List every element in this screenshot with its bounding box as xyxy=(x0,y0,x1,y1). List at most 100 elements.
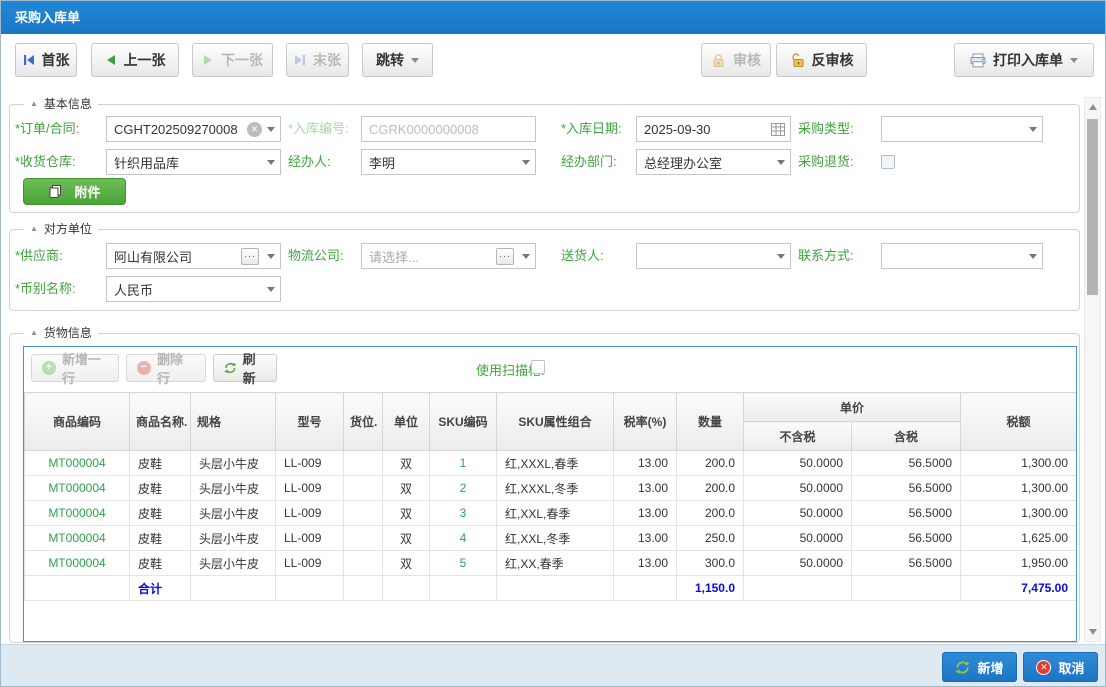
scroll-down-icon[interactable] xyxy=(1085,624,1100,640)
cell-model[interactable]: LL-009 xyxy=(276,526,344,551)
table-row[interactable]: MT000004皮鞋头层小牛皮LL-009双2红,XXXL,冬季13.00200… xyxy=(25,476,1077,501)
receipt-date-input[interactable]: 2025-09-30 xyxy=(636,116,791,142)
attachment-button[interactable]: 附件 xyxy=(23,178,126,205)
column-header-qty[interactable]: 数量 xyxy=(677,393,744,451)
cell-price_inc[interactable]: 56.5000 xyxy=(852,451,961,476)
scroll-up-icon[interactable] xyxy=(1085,99,1100,115)
calendar-icon[interactable] xyxy=(771,123,785,136)
column-header-price_inc[interactable]: 含税 xyxy=(852,422,961,451)
cell-tax_amount[interactable]: 1,300.00 xyxy=(961,476,1077,501)
purchase-return-checkbox[interactable] xyxy=(881,155,895,169)
cell-code[interactable]: MT000004 xyxy=(25,526,130,551)
chevron-down-icon[interactable] xyxy=(517,150,535,174)
currency-combo[interactable]: 人民币 xyxy=(106,276,281,302)
cell-price_inc[interactable]: 56.5000 xyxy=(852,501,961,526)
chevron-down-icon[interactable] xyxy=(262,117,280,141)
cell-name[interactable]: 皮鞋 xyxy=(130,476,191,501)
cell-location[interactable] xyxy=(344,476,383,501)
chevron-down-icon[interactable] xyxy=(262,277,280,301)
chevron-down-icon[interactable] xyxy=(262,244,280,268)
column-header-sku_attr[interactable]: SKU属性组合 xyxy=(497,393,614,451)
chevron-down-icon[interactable] xyxy=(262,150,280,174)
cell-sku_code[interactable]: 1 xyxy=(430,451,497,476)
cell-spec[interactable]: 头层小牛皮 xyxy=(191,501,276,526)
delete-row-button[interactable]: − 删除行 xyxy=(126,354,206,382)
cell-name[interactable]: 皮鞋 xyxy=(130,501,191,526)
cell-name[interactable]: 皮鞋 xyxy=(130,451,191,476)
cell-qty[interactable]: 250.0 xyxy=(677,526,744,551)
cell-qty[interactable]: 200.0 xyxy=(677,451,744,476)
warehouse-combo[interactable]: 针织用品库 xyxy=(106,149,281,175)
cell-sku_attr[interactable]: 红,XX,春季 xyxy=(497,551,614,576)
order-contract-combo[interactable]: CGHT202509270008 ✕ xyxy=(106,116,281,142)
cell-qty[interactable]: 200.0 xyxy=(677,476,744,501)
cell-sku_attr[interactable]: 红,XXXL,春季 xyxy=(497,451,614,476)
column-header-price_ex[interactable]: 不含税 xyxy=(744,422,852,451)
column-header-tax_rate[interactable]: 税率(%) xyxy=(614,393,677,451)
column-header-name[interactable]: 商品名称. xyxy=(130,393,191,451)
cell-spec[interactable]: 头层小牛皮 xyxy=(191,551,276,576)
cell-model[interactable]: LL-009 xyxy=(276,551,344,576)
cell-price_ex[interactable]: 50.0000 xyxy=(744,476,852,501)
cell-sku_code[interactable]: 2 xyxy=(430,476,497,501)
scanner-checkbox[interactable] xyxy=(531,360,545,374)
cell-sku_code[interactable]: 5 xyxy=(430,551,497,576)
column-header-location[interactable]: 货位. xyxy=(344,393,383,451)
chevron-down-icon[interactable] xyxy=(517,244,535,268)
cell-location[interactable] xyxy=(344,501,383,526)
cell-unit[interactable]: 双 xyxy=(383,526,430,551)
cell-code[interactable]: MT000004 xyxy=(25,551,130,576)
cancel-button[interactable]: ✕ 取消 xyxy=(1023,652,1098,682)
table-row[interactable]: MT000004皮鞋头层小牛皮LL-009双1红,XXXL,春季13.00200… xyxy=(25,451,1077,476)
column-header-model[interactable]: 型号 xyxy=(276,393,344,451)
cell-qty[interactable]: 300.0 xyxy=(677,551,744,576)
prev-record-button[interactable]: 上一张 xyxy=(91,43,179,77)
table-row[interactable]: MT000004皮鞋头层小牛皮LL-009双5红,XX,春季13.00300.0… xyxy=(25,551,1077,576)
collapse-icon[interactable]: ▲ xyxy=(30,96,38,112)
clear-icon[interactable]: ✕ xyxy=(247,122,262,137)
next-record-button[interactable]: 下一张 xyxy=(192,43,273,77)
jump-button[interactable]: 跳转 xyxy=(362,43,433,77)
cell-sku_code[interactable]: 3 xyxy=(430,501,497,526)
cell-price_inc[interactable]: 56.5000 xyxy=(852,551,961,576)
supplier-combo[interactable]: 阿山有限公司 ··· xyxy=(106,243,281,269)
cell-price_ex[interactable]: 50.0000 xyxy=(744,551,852,576)
cell-code[interactable]: MT000004 xyxy=(25,476,130,501)
cell-sku_attr[interactable]: 红,XXL,冬季 xyxy=(497,526,614,551)
cell-unit[interactable]: 双 xyxy=(383,451,430,476)
column-header-unit[interactable]: 单位 xyxy=(383,393,430,451)
cell-unit[interactable]: 双 xyxy=(383,476,430,501)
chevron-down-icon[interactable] xyxy=(1024,117,1042,141)
refresh-button[interactable]: 刷新 xyxy=(213,354,277,382)
cell-unit[interactable]: 双 xyxy=(383,501,430,526)
collapse-icon[interactable]: ▲ xyxy=(30,221,38,237)
cell-spec[interactable]: 头层小牛皮 xyxy=(191,451,276,476)
column-header-code[interactable]: 商品编码 xyxy=(25,393,130,451)
chevron-down-icon[interactable] xyxy=(772,150,790,174)
first-record-button[interactable]: 首张 xyxy=(15,43,77,77)
cell-price_ex[interactable]: 50.0000 xyxy=(744,501,852,526)
print-receipt-button[interactable]: 打印入库单 xyxy=(954,43,1094,77)
cell-qty[interactable]: 200.0 xyxy=(677,501,744,526)
scrollbar-thumb[interactable] xyxy=(1087,119,1098,295)
cell-price_inc[interactable]: 56.5000 xyxy=(852,526,961,551)
cell-tax_rate[interactable]: 13.00 xyxy=(614,526,677,551)
deliverer-combo[interactable] xyxy=(636,243,791,269)
cell-name[interactable]: 皮鞋 xyxy=(130,551,191,576)
collapse-icon[interactable]: ▲ xyxy=(30,325,38,341)
cell-tax_amount[interactable]: 1,950.00 xyxy=(961,551,1077,576)
cell-spec[interactable]: 头层小牛皮 xyxy=(191,476,276,501)
cell-model[interactable]: LL-009 xyxy=(276,451,344,476)
cell-model[interactable]: LL-009 xyxy=(276,476,344,501)
cell-price_ex[interactable]: 50.0000 xyxy=(744,451,852,476)
table-row[interactable]: MT000004皮鞋头层小牛皮LL-009双4红,XXL,冬季13.00250.… xyxy=(25,526,1077,551)
contact-combo[interactable] xyxy=(881,243,1043,269)
cell-location[interactable] xyxy=(344,451,383,476)
column-header-tax_amount[interactable]: 税额 xyxy=(961,393,1077,451)
last-record-button[interactable]: 末张 xyxy=(286,43,349,77)
column-header-spec[interactable]: 规格 xyxy=(191,393,276,451)
chevron-down-icon[interactable] xyxy=(772,244,790,268)
cell-code[interactable]: MT000004 xyxy=(25,501,130,526)
cell-model[interactable]: LL-009 xyxy=(276,501,344,526)
cell-tax_amount[interactable]: 1,300.00 xyxy=(961,451,1077,476)
